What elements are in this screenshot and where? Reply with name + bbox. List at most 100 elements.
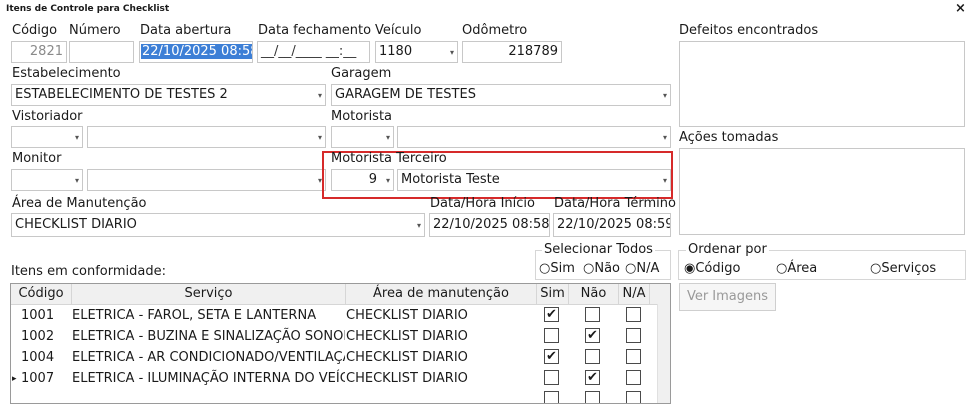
chevron-down-icon[interactable]: ▾ bbox=[417, 214, 421, 236]
col-sim[interactable]: Sim bbox=[537, 284, 568, 304]
area-manutencao-combo[interactable]: CHECKLIST DIARIO ▾ bbox=[11, 213, 425, 237]
selecionar-todos-title: Selecionar Todos bbox=[542, 242, 655, 257]
odometro-field[interactable]: 218789 bbox=[462, 41, 562, 63]
na-checkbox[interactable] bbox=[626, 328, 641, 343]
nao-checkbox[interactable]: ✔ bbox=[585, 328, 600, 343]
cell-area[interactable]: CHECKLIST DIARIO bbox=[346, 369, 534, 389]
garagem-value: GARAGEM DE TESTES bbox=[335, 87, 476, 102]
monitor-name-combo[interactable]: ▾ bbox=[87, 169, 326, 191]
selecionar-todos-nao[interactable]: ○Não bbox=[583, 261, 620, 276]
chevron-down-icon[interactable]: ▾ bbox=[75, 170, 79, 190]
selecionar-todos-sim[interactable]: ○Sim bbox=[539, 261, 575, 276]
chevron-down-icon[interactable]: ▾ bbox=[663, 127, 667, 147]
defeitos-textarea[interactable] bbox=[679, 41, 965, 127]
radio-label: Não bbox=[594, 261, 620, 276]
motorista-name-combo[interactable]: ▾ bbox=[397, 126, 671, 148]
cell-codigo[interactable]: 1004 bbox=[21, 348, 71, 368]
ver-imagens-button[interactable]: Ver Imagens bbox=[679, 283, 776, 311]
radio-label: Código bbox=[695, 261, 741, 276]
sim-checkbox[interactable]: ✔ bbox=[544, 349, 559, 364]
cell-area[interactable]: CHECKLIST DIARIO bbox=[346, 348, 534, 368]
estabelecimento-label: Estabelecimento bbox=[12, 66, 121, 81]
col-na[interactable]: N/A bbox=[619, 284, 649, 304]
current-row-marker-icon: ▸ bbox=[12, 374, 17, 384]
ordenar-area[interactable]: ○Área bbox=[776, 261, 817, 276]
vistoriador-name-combo[interactable]: ▾ bbox=[87, 126, 326, 148]
data-hora-termino-label: Data/Hora Término bbox=[554, 196, 676, 211]
window-title: Itens de Controle para Checklist bbox=[6, 4, 170, 14]
na-checkbox[interactable] bbox=[626, 307, 641, 322]
numero-label: Número bbox=[69, 23, 121, 38]
sim-checkbox[interactable] bbox=[544, 370, 559, 385]
motorista-terceiro-name-combo[interactable]: Motorista Teste ▾ bbox=[397, 169, 671, 191]
col-area[interactable]: Área de manutenção bbox=[346, 284, 536, 304]
chevron-down-icon[interactable]: ▾ bbox=[75, 127, 79, 147]
defeitos-label: Defeitos encontrados bbox=[679, 23, 819, 38]
cell-servico[interactable]: ELETRICA - FAROL, SETA E LANTERNA bbox=[72, 306, 345, 326]
col-servico[interactable]: Serviço bbox=[72, 284, 345, 304]
acoes-textarea[interactable] bbox=[679, 148, 965, 235]
ordenar-servicos[interactable]: ○Serviços bbox=[870, 261, 936, 276]
na-checkbox[interactable] bbox=[626, 391, 641, 403]
acoes-label: Ações tomadas bbox=[679, 130, 779, 145]
data-abertura-field[interactable]: 22/10/2025 08:58 bbox=[139, 41, 253, 63]
chevron-down-icon[interactable]: ▾ bbox=[663, 170, 667, 190]
sim-checkbox[interactable]: ✔ bbox=[544, 307, 559, 322]
na-checkbox[interactable] bbox=[626, 349, 641, 364]
col-divider[interactable] bbox=[649, 284, 650, 304]
motorista-terceiro-code-combo[interactable]: 9 ▾ bbox=[331, 169, 394, 191]
cell-servico[interactable]: ELETRICA - BUZINA E SINALIZAÇÃO SONORA bbox=[72, 327, 345, 347]
codigo-field[interactable]: 2821 bbox=[11, 41, 67, 63]
close-icon[interactable]: × bbox=[955, 1, 966, 16]
data-hora-inicio-field[interactable]: 22/10/2025 08:58 bbox=[429, 213, 550, 237]
chevron-down-icon[interactable]: ▾ bbox=[386, 127, 390, 147]
cell-area[interactable]: CHECKLIST DIARIO bbox=[346, 306, 534, 326]
nao-checkbox[interactable] bbox=[585, 307, 600, 322]
itens-grid[interactable]: Código Serviço Área de manutenção Sim Nã… bbox=[10, 283, 671, 404]
ordenar-codigo[interactable]: ◉Código bbox=[684, 261, 740, 276]
data-abertura-value: 22/10/2025 08:58 bbox=[141, 44, 252, 59]
nao-checkbox[interactable] bbox=[585, 391, 600, 403]
cell-codigo[interactable]: 1001 bbox=[21, 306, 71, 326]
sim-checkbox[interactable] bbox=[544, 391, 559, 403]
motorista-terceiro-code-value: 9 bbox=[368, 172, 377, 187]
col-nao[interactable]: Não bbox=[569, 284, 618, 304]
radio-unchecked-icon: ○ bbox=[625, 261, 637, 276]
cell-servico[interactable]: ELETRICA - AR CONDICIONADO/VENTILAÇÃO bbox=[72, 348, 345, 368]
garagem-combo[interactable]: GARAGEM DE TESTES ▾ bbox=[331, 84, 671, 106]
chevron-down-icon[interactable]: ▾ bbox=[450, 42, 454, 62]
radio-unchecked-icon: ○ bbox=[870, 261, 882, 276]
chevron-down-icon[interactable]: ▾ bbox=[663, 85, 667, 105]
data-hora-termino-field[interactable]: 22/10/2025 08:59 bbox=[553, 213, 671, 237]
nao-checkbox[interactable] bbox=[585, 349, 600, 364]
estabelecimento-combo[interactable]: ESTABELECIMENTO DE TESTES 2 ▾ bbox=[11, 84, 326, 106]
monitor-code-combo[interactable]: ▾ bbox=[11, 169, 83, 191]
sim-checkbox[interactable] bbox=[544, 328, 559, 343]
radio-unchecked-icon: ○ bbox=[539, 261, 551, 276]
veiculo-value: 1180 bbox=[379, 44, 413, 59]
nao-checkbox[interactable]: ✔ bbox=[585, 370, 600, 385]
cell-area[interactable]: CHECKLIST DIARIO bbox=[346, 327, 534, 347]
cell-codigo[interactable]: 1007 bbox=[21, 369, 71, 389]
radio-checked-icon: ◉ bbox=[684, 261, 696, 276]
col-codigo[interactable]: Código bbox=[11, 284, 71, 304]
vistoriador-code-combo[interactable]: ▾ bbox=[11, 126, 83, 148]
radio-unchecked-icon: ○ bbox=[583, 261, 595, 276]
chevron-down-icon[interactable]: ▾ bbox=[386, 170, 390, 190]
veiculo-combo[interactable]: 1180 ▾ bbox=[375, 41, 458, 63]
motorista-code-combo[interactable]: ▾ bbox=[331, 126, 394, 148]
numero-field[interactable] bbox=[69, 41, 134, 63]
selecionar-todos-na[interactable]: ○N/A bbox=[625, 261, 659, 276]
grid-scrollbar[interactable] bbox=[657, 304, 670, 403]
chevron-down-icon[interactable]: ▾ bbox=[318, 85, 322, 105]
radio-label: Área bbox=[787, 261, 818, 276]
cell-servico[interactable]: ELETRICA - ILUMINAÇÃO INTERNA DO VEÍCULO bbox=[72, 369, 345, 389]
data-fechamento-field[interactable]: __/__/____ __:__ bbox=[257, 41, 370, 63]
motorista-terceiro-label: Motorista Terceiro bbox=[331, 151, 447, 166]
chevron-down-icon[interactable]: ▾ bbox=[318, 127, 322, 147]
area-manutencao-label: Área de Manutenção bbox=[12, 196, 147, 211]
cell-codigo[interactable]: 1002 bbox=[21, 327, 71, 347]
na-checkbox[interactable] bbox=[626, 370, 641, 385]
data-fechamento-label: Data fechamento bbox=[258, 23, 372, 38]
veiculo-label: Veículo bbox=[375, 23, 422, 38]
